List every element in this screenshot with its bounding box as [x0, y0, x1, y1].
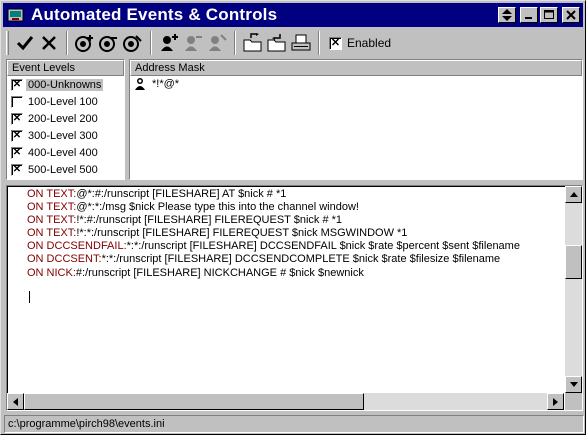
add-user-icon[interactable]	[157, 31, 181, 55]
toolbar-separator	[66, 31, 68, 55]
address-mask-item[interactable]: *!*@*	[130, 76, 582, 92]
event-keyword: ON NICK:	[27, 266, 76, 279]
enabled-label: Enabled	[347, 36, 392, 50]
event-keyword: ON TEXT:	[27, 227, 77, 240]
status-bar: c:\programme\pirch98\events.ini	[4, 415, 584, 433]
event-command: !*:*:/runscript [FILESHARE] FILEREQUEST …	[76, 227, 408, 240]
event-line: ON TEXT:!*:*:/runscript [FILESHARE] FILE…	[27, 227, 520, 240]
address-mask-list: *!*@*	[130, 76, 582, 92]
event-level-label: 200-Level 200	[28, 112, 98, 125]
events-text[interactable]: ON TEXT:@*:#:/runscript [FILESHARE] AT $…	[27, 188, 520, 280]
event-level-label: 000-Unknowns	[26, 78, 104, 91]
event-command: !*:#:/runscript [FILESHARE] FILEREQUEST …	[76, 214, 343, 227]
scroll-up-icon[interactable]	[565, 186, 582, 203]
horizontal-scrollbar[interactable]	[7, 393, 564, 410]
event-keyword: ON DCCSENDFAIL:	[27, 240, 127, 253]
window-title: Automated Events & Controls	[31, 5, 278, 24]
event-level-checkbox[interactable]: ✕	[11, 163, 23, 176]
event-level-checkbox[interactable]: ✕	[11, 146, 23, 159]
event-level-checkbox[interactable]	[11, 95, 23, 108]
edit-event-icon[interactable]	[121, 31, 145, 55]
events-editor[interactable]: ON TEXT:@*:#:/runscript [FILESHARE] AT $…	[6, 185, 583, 411]
event-command: #:/runscript [FILESHARE] NICKCHANGE # $n…	[75, 266, 364, 279]
text-caret	[29, 291, 30, 303]
enabled-checkbox[interactable]: ✕	[329, 36, 342, 50]
remove-user-icon	[181, 31, 205, 55]
event-command: @*:#:/runscript [FILESHARE] AT $nick # *…	[76, 188, 287, 200]
save-folder-icon[interactable]	[265, 31, 289, 55]
event-line: ON DCCSENT:*:*:/runscript [FILESHARE] DC…	[27, 253, 520, 266]
event-line: ON TEXT:@*:*:/msg $nick Please type this…	[27, 201, 520, 214]
horizontal-scroll-thumb[interactable]	[24, 393, 364, 410]
main-window: Automated Events & Controls ✕ Enabled Ev…	[0, 0, 586, 435]
minimize-icon[interactable]	[520, 7, 538, 23]
event-level-item[interactable]: ✕ 300-Level 300	[7, 127, 124, 144]
maximize-icon[interactable]	[540, 7, 558, 23]
event-level-checkbox[interactable]: ✕	[11, 129, 23, 142]
enabled-toggle[interactable]: ✕ Enabled	[329, 36, 391, 50]
event-keyword: ON DCCSENT:	[27, 253, 102, 266]
toolbar-separator	[318, 31, 320, 55]
title-bar[interactable]: Automated Events & Controls	[3, 3, 583, 27]
event-levels-list: ✕ 000-Unknowns 100-Level 100 ✕ 200-Level 200…	[7, 76, 124, 178]
toolbar-separator	[150, 31, 152, 55]
remove-event-icon[interactable]	[97, 31, 121, 55]
event-keyword: ON TEXT:	[27, 201, 77, 214]
add-event-icon[interactable]	[73, 31, 97, 55]
event-level-item[interactable]: ✕ 200-Level 200	[7, 110, 124, 127]
event-level-item[interactable]: 100-Level 100	[7, 93, 124, 110]
toolbar-grip[interactable]	[6, 31, 9, 55]
scroll-corner	[565, 393, 582, 410]
toolbar: ✕ Enabled	[3, 28, 583, 58]
event-levels-panel: Event Levels ✕ 000-Unknowns 100-Level 100 ✕…	[6, 59, 125, 180]
event-levels-header[interactable]: Event Levels	[7, 60, 124, 76]
vertical-scroll-thumb[interactable]	[565, 245, 582, 279]
toolbar-separator	[234, 31, 236, 55]
event-command: *:*:/runscript [FILESHARE] DCCSENDCOMPLE…	[101, 253, 501, 266]
accept-icon[interactable]	[13, 31, 37, 55]
open-folder-icon[interactable]	[241, 31, 265, 55]
event-line: ON TEXT:@*:#:/runscript [FILESHARE] AT $…	[27, 188, 520, 201]
address-mask-panel: Address Mask *!*@*	[129, 59, 583, 180]
event-command: @*:*:/msg $nick Please type this into th…	[76, 201, 359, 214]
user-icon	[134, 77, 152, 91]
event-level-item[interactable]: ✕ 500-Level 500	[7, 161, 124, 178]
cancel-icon[interactable]	[37, 31, 61, 55]
event-level-label: 100-Level 100	[28, 95, 98, 108]
print-icon[interactable]	[289, 31, 313, 55]
address-mask-header[interactable]: Address Mask	[130, 60, 582, 76]
scroll-right-icon[interactable]	[547, 393, 564, 410]
close-icon[interactable]	[562, 7, 580, 23]
vertical-scrollbar[interactable]	[565, 186, 582, 393]
event-command: *:*:/runscript [FILESHARE] DCCSENDFAIL $…	[126, 240, 520, 253]
event-keyword: ON TEXT:	[27, 188, 77, 200]
scroll-left-icon[interactable]	[7, 393, 24, 410]
event-level-label: 300-Level 300	[28, 129, 98, 142]
restore-icon[interactable]	[498, 7, 516, 23]
event-line: ON DCCSENDFAIL:*:*:/runscript [FILESHARE…	[27, 240, 520, 253]
event-level-item[interactable]: ✕ 400-Level 400	[7, 144, 124, 161]
event-keyword: ON TEXT:	[27, 214, 77, 227]
edit-user-icon	[205, 31, 229, 55]
event-level-label: 500-Level 500	[28, 163, 98, 176]
event-level-item[interactable]: ✕ 000-Unknowns	[7, 76, 124, 93]
event-level-label: 400-Level 400	[28, 146, 98, 159]
window-controls	[498, 7, 580, 23]
event-level-checkbox[interactable]: ✕	[11, 112, 23, 125]
event-line: ON TEXT:!*:#:/runscript [FILESHARE] FILE…	[27, 214, 520, 227]
event-level-checkbox[interactable]: ✕	[11, 78, 23, 91]
status-file-path: c:\programme\pirch98\events.ini	[8, 418, 165, 430]
event-line: ON NICK:#:/runscript [FILESHARE] NICKCHA…	[27, 267, 520, 280]
address-mask-text: *!*@*	[152, 78, 180, 90]
app-icon[interactable]	[7, 7, 25, 23]
scroll-down-icon[interactable]	[565, 376, 582, 393]
